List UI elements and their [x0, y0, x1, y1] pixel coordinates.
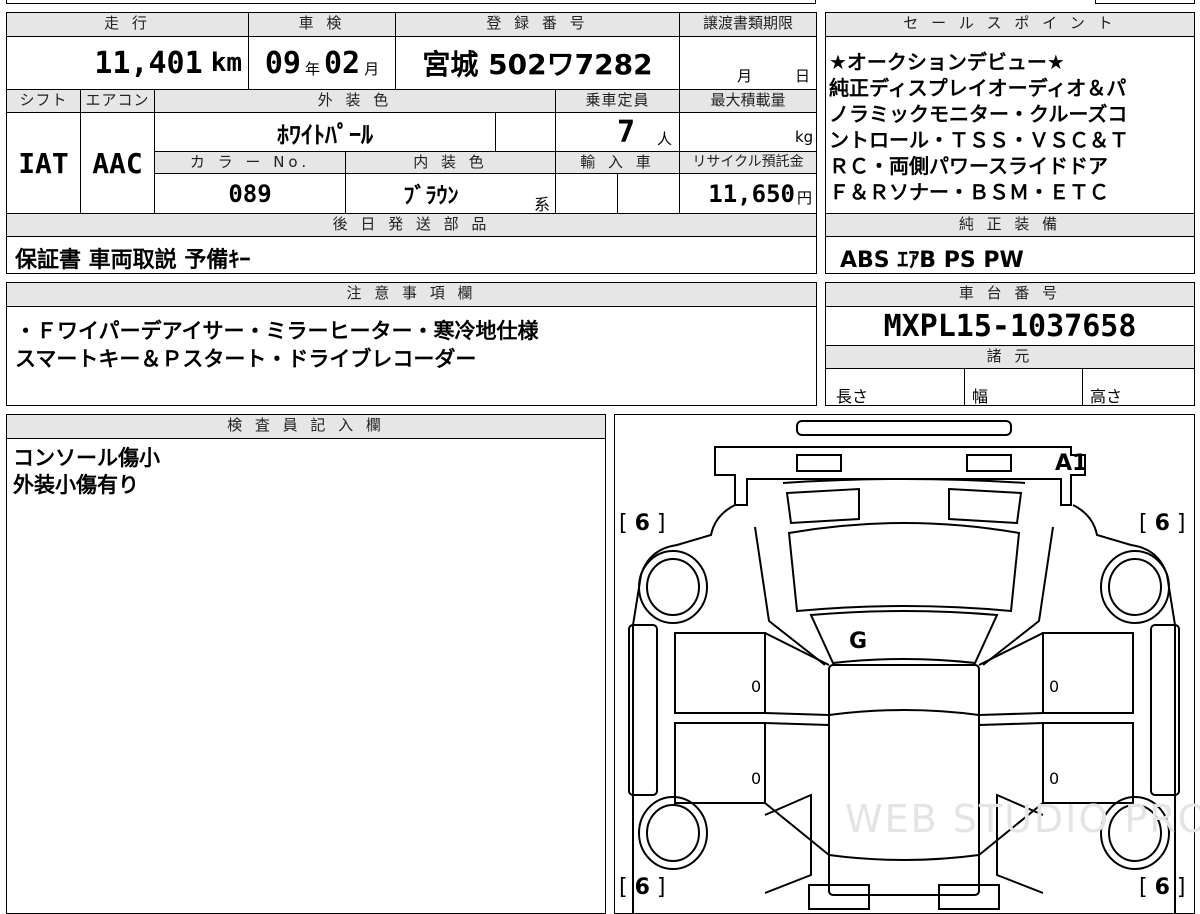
inspector-line-2: 外装小傷有り — [13, 473, 139, 497]
watermark: WEB STUDIO PRO — [845, 797, 1200, 841]
plate-number: 宮城 502ワ7282 — [422, 48, 653, 81]
door-mark-rear-left: 0 — [751, 769, 762, 788]
exterior-color-label: 外 装 色 — [155, 90, 555, 112]
tire-depth-front-right: [ 6 ] — [1139, 511, 1186, 536]
exterior-color-value: ﾎﾜｲﾄﾊﾟｰﾙ — [277, 120, 373, 149]
door-mark-front-left: 0 — [751, 677, 762, 696]
chassis-label: 車 台 番 号 — [826, 283, 1194, 306]
capacity-value: 7 — [617, 115, 636, 150]
mileage-value: 11,401 km — [94, 45, 242, 81]
car-diagram-box: A1 G [ 6 ] [ 6 ] [ 6 ] [ 6 ] 0 0 0 0 WEB… — [614, 414, 1200, 914]
equipment-value: ABS ｴｱB PS PW — [840, 248, 1024, 273]
chassis-box: 車 台 番 号 MXPL15-1037658 諸 元 長さ 幅 高さ — [825, 282, 1195, 406]
door-mark-front-right: 0 — [1049, 677, 1060, 696]
tire-depth-rear-left: [ 6 ] — [619, 875, 666, 900]
color-no-label: カ ラ ー No. — [155, 152, 345, 173]
later-parts-value: 保証書 車両取説 予備ｷｰ — [15, 248, 251, 273]
top-strip-right — [1095, 0, 1195, 4]
notes-line-2: スマートキー＆Ｐスタート・ドライブレコーダー — [15, 347, 477, 371]
inspection-date: 09 年 02 月 — [264, 45, 380, 81]
vehicle-info-table: 走 行 車 検 登 録 番 号 譲渡書類期限 11,401 km 09 年 02… — [6, 12, 817, 274]
length-label: 長さ — [836, 387, 869, 406]
sales-point-line: ★オークションデビュー★ — [829, 50, 1065, 74]
mileage-label: 走 行 — [7, 13, 248, 36]
shift-label: シフト — [7, 90, 80, 112]
transfer-day-unit: 日 — [795, 67, 811, 85]
later-parts-label: 後 日 発 送 部 品 — [7, 214, 816, 236]
shift-value: IAT — [18, 146, 69, 180]
transfer-deadline-label: 譲渡書類期限 — [680, 13, 816, 36]
door-mark-rear-right: 0 — [1049, 769, 1060, 788]
damage-mark-a1: A1 — [1055, 451, 1088, 476]
sales-point-line: ノラミックモニター・クルーズコ — [829, 102, 1128, 126]
chassis-number: MXPL15-1037658 — [883, 308, 1137, 344]
aircon-value: AAC — [92, 146, 143, 180]
equipment-label: 純 正 装 備 — [826, 214, 1194, 236]
notes-box: 注 意 事 項 欄 ・Ｆワイパーデアイサー・ミラーヒーター・寒冷地仕様 スマート… — [6, 282, 817, 406]
width-label: 幅 — [972, 387, 989, 406]
notes-label: 注 意 事 項 欄 — [7, 283, 816, 306]
sales-points-box: セ ー ル ス ポ イ ン ト ★オークションデビュー★ 純正ディスプレイオーデ… — [825, 12, 1195, 274]
recycle-label: リサイクル預託金 — [680, 152, 816, 173]
top-strip — [6, 0, 816, 4]
aircon-label: エアコン — [81, 90, 154, 112]
inspection-label: 車 検 — [249, 13, 395, 36]
sales-point-line: ントロール・ＴＳＳ・ＶＳＣ＆Ｔ — [829, 128, 1129, 152]
capacity-unit: 人 — [657, 130, 673, 148]
max-load-label: 最大積載量 — [680, 90, 816, 112]
sales-points-label: セ ー ル ス ポ イ ン ト — [826, 13, 1194, 36]
height-label: 高さ — [1090, 387, 1123, 406]
interior-color-value: ﾌﾞﾗｳﾝ — [403, 183, 459, 209]
tire-depth-rear-right: [ 6 ] — [1139, 875, 1186, 900]
tire-depth-front-left: [ 6 ] — [619, 511, 666, 536]
recycle-fee-value: 11,650 円 — [708, 179, 812, 208]
inspector-line-1: コンソール傷小 — [13, 446, 160, 470]
transfer-month-unit: 月 — [737, 67, 753, 85]
capacity-label: 乗車定員 — [556, 90, 679, 112]
color-no-value: 089 — [228, 179, 272, 208]
interior-color-label: 内 装 色 — [346, 152, 555, 173]
max-load-unit: kg — [795, 128, 814, 146]
inspector-label: 検 査 員 記 入 欄 — [7, 415, 605, 438]
notes-line-1: ・Ｆワイパーデアイサー・ミラーヒーター・寒冷地仕様 — [15, 319, 539, 343]
sales-point-line: ＲＣ・両側パワースライドドア — [829, 154, 1108, 178]
plate-label: 登 録 番 号 — [396, 13, 679, 36]
damage-mark-g: G — [849, 629, 868, 654]
interior-color-suffix: 系 — [534, 195, 551, 214]
sales-point-line: Ｆ＆Ｒソナー・ＢＳＭ・ＥＴＣ — [829, 180, 1109, 204]
import-label: 輸 入 車 — [556, 152, 679, 173]
inspector-box: 検 査 員 記 入 欄 コンソール傷小 外装小傷有り — [6, 414, 606, 914]
dimensions-label: 諸 元 — [826, 346, 1194, 368]
sales-point-line: 純正ディスプレイオーディオ＆パ — [829, 76, 1127, 100]
